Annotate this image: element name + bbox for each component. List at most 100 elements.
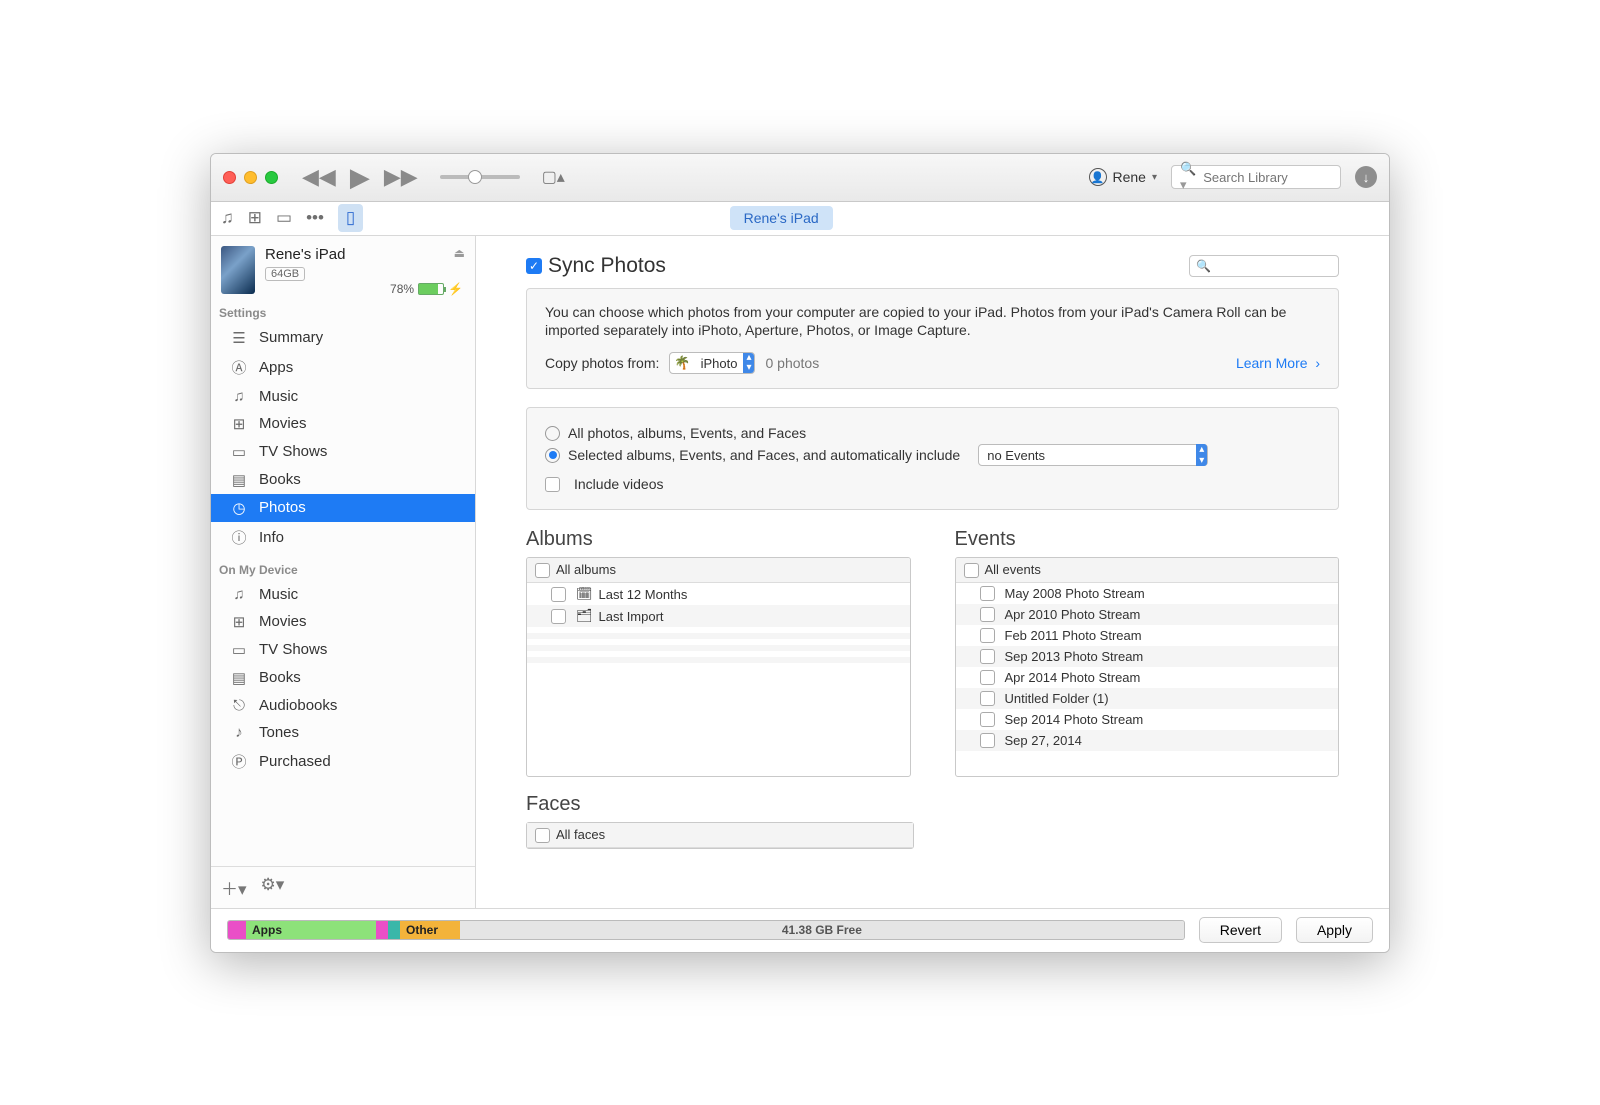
apps-icon: Ⓐ [229, 357, 249, 378]
list-item[interactable]: Sep 27, 2014 [956, 730, 1339, 751]
apply-button[interactable]: Apply [1296, 917, 1373, 943]
sidebar-item-photos[interactable]: ◷Photos [211, 494, 475, 522]
radio-all[interactable]: All photos, albums, Events, and Faces [545, 425, 1320, 441]
events-list: All events May 2008 Photo Stream Apr 201… [955, 557, 1340, 777]
sidebar-item-purchased[interactable]: ⓅPurchased [211, 746, 475, 777]
storage-seg [376, 921, 388, 939]
albums-list: All albums 🗓Last 12 Months 🗂Last Import [526, 557, 911, 777]
itunes-window: ◀◀ ▶ ▶▶ ▢▴ 👤 Rene ▾ 🔍▾ ↓ ♫ ⊞ ▭ ••• ▯ Ren… [210, 153, 1390, 953]
main-panel: ✓ Sync Photos 🔍 You can choose which pho… [476, 236, 1389, 908]
purchased-icon: Ⓟ [229, 751, 249, 772]
list-item[interactable]: 🗓Last 12 Months [527, 583, 910, 605]
sidebar-item-odbooks[interactable]: ▤Books [211, 664, 475, 692]
volume-slider[interactable] [440, 175, 520, 179]
device-name: Rene's iPad [265, 246, 444, 263]
sidebar-item-movies[interactable]: ⊞Movies [211, 410, 475, 438]
list-item[interactable]: 🗂Last Import [527, 605, 910, 627]
events-title: Events [955, 528, 1340, 551]
prev-icon[interactable]: ◀◀ [302, 164, 336, 190]
battery-percent: 78% [390, 282, 414, 296]
list-item[interactable]: Untitled Folder (1) [956, 688, 1339, 709]
sidebar-item-books[interactable]: ▤Books [211, 466, 475, 494]
close-icon[interactable] [223, 171, 236, 184]
sync-checkbox[interactable]: ✓ [526, 258, 542, 274]
more-tab-icon[interactable]: ••• [306, 208, 324, 228]
sidebar-item-tvshows[interactable]: ▭TV Shows [211, 438, 475, 466]
eject-icon[interactable]: ⏏ [454, 246, 465, 260]
movies-tab-icon[interactable]: ⊞ [248, 208, 262, 228]
filter-input[interactable]: 🔍 [1189, 255, 1339, 277]
movies-icon: ⊞ [229, 415, 249, 433]
footer: Apps Other 41.38 GB Free Revert Apply [211, 908, 1389, 952]
faces-list: All faces [526, 822, 914, 849]
include-videos-checkbox[interactable]: Include videos [545, 476, 1320, 492]
iphoto-icon: 🌴 [670, 355, 694, 371]
gear-icon[interactable]: ⚙▾ [261, 875, 285, 900]
learn-more-link[interactable]: Learn More › [1236, 355, 1320, 371]
sidebar-item-odmusic[interactable]: ♫Music [211, 581, 475, 608]
sidebar-item-apps[interactable]: ⒶApps [211, 352, 475, 383]
tv-icon: ▭ [229, 443, 249, 461]
sidebar-item-odtv[interactable]: ▭TV Shows [211, 636, 475, 664]
window-controls [223, 171, 278, 184]
battery-row: 78% ⚡ [211, 282, 475, 296]
list-item[interactable]: Feb 2011 Photo Stream [956, 625, 1339, 646]
minimize-icon[interactable] [244, 171, 257, 184]
ondevice-header: On My Device [211, 553, 475, 581]
media-toolbar: ♫ ⊞ ▭ ••• ▯ Rene's iPad [211, 202, 1389, 236]
list-item[interactable]: All faces [527, 823, 913, 848]
tv-tab-icon[interactable]: ▭ [276, 208, 292, 228]
list-item[interactable]: Apr 2014 Photo Stream [956, 667, 1339, 688]
copy-from-label: Copy photos from: [545, 355, 659, 371]
fullscreen-icon[interactable] [265, 171, 278, 184]
calendar-icon: 🗓 [576, 586, 593, 602]
airplay-icon[interactable]: ▢▴ [542, 167, 565, 187]
radio-selected[interactable]: Selected albums, Events, and Faces, and … [545, 444, 1320, 466]
download-icon[interactable]: ↓ [1355, 166, 1377, 188]
account-menu[interactable]: 👤 Rene ▾ [1089, 168, 1158, 186]
sync-header: ✓ Sync Photos 🔍 [526, 254, 1339, 278]
sidebar-item-summary[interactable]: ☰Summary [211, 324, 475, 352]
sidebar-item-odmovies[interactable]: ⊞Movies [211, 608, 475, 636]
list-item[interactable]: Sep 2013 Photo Stream [956, 646, 1339, 667]
music-icon: ♫ [229, 586, 249, 603]
device-tab-icon[interactable]: ▯ [338, 204, 363, 232]
capacity-badge: 64GB [265, 267, 305, 281]
list-item[interactable]: Sep 2014 Photo Stream [956, 709, 1339, 730]
sidebar-item-music[interactable]: ♫Music [211, 383, 475, 410]
sync-info-panel: You can choose which photos from your co… [526, 288, 1339, 390]
revert-button[interactable]: Revert [1199, 917, 1282, 943]
list-item[interactable]: May 2008 Photo Stream [956, 583, 1339, 604]
list-item[interactable]: All albums [527, 558, 910, 583]
copy-from-selector[interactable]: 🌴 iPhoto ▴▾ [669, 352, 755, 374]
music-icon: ♫ [229, 388, 249, 405]
updown-icon: ▴▾ [743, 353, 754, 373]
sidebar-footer: ＋▾ ⚙▾ [211, 866, 475, 908]
sidebar-item-info[interactable]: ⓘInfo [211, 522, 475, 553]
tones-icon: ♪ [229, 724, 249, 741]
next-icon[interactable]: ▶▶ [384, 164, 418, 190]
battery-icon [418, 283, 444, 295]
sidebar-item-audiobooks[interactable]: ⎋Audiobooks [211, 692, 475, 719]
auto-include-select[interactable]: no Events ▴▾ [978, 444, 1208, 466]
music-tab-icon[interactable]: ♫ [221, 208, 234, 228]
audiobooks-icon: ⎋ [229, 697, 249, 714]
device-pill[interactable]: Rene's iPad [730, 206, 833, 230]
faces-title: Faces [526, 793, 1339, 816]
sync-options-panel: All photos, albums, Events, and Faces Se… [526, 407, 1339, 510]
list-item[interactable]: All events [956, 558, 1339, 583]
search-input[interactable]: 🔍▾ [1171, 165, 1341, 189]
info-icon: ⓘ [229, 527, 249, 548]
books-icon: ▤ [229, 471, 249, 489]
search-field[interactable] [1203, 170, 1332, 185]
list-item[interactable]: Apr 2010 Photo Stream [956, 604, 1339, 625]
storage-bar: Apps Other 41.38 GB Free [227, 920, 1185, 940]
photos-icon: ◷ [229, 499, 249, 517]
play-icon[interactable]: ▶ [350, 162, 370, 193]
events-column: Events All events May 2008 Photo Stream … [955, 528, 1340, 777]
sidebar-item-tones[interactable]: ♪Tones [211, 719, 475, 746]
search-icon: 🔍▾ [1180, 161, 1199, 193]
albums-column: Albums All albums 🗓Last 12 Months 🗂Last … [526, 528, 911, 777]
books-icon: ▤ [229, 669, 249, 687]
add-icon[interactable]: ＋▾ [221, 875, 247, 900]
